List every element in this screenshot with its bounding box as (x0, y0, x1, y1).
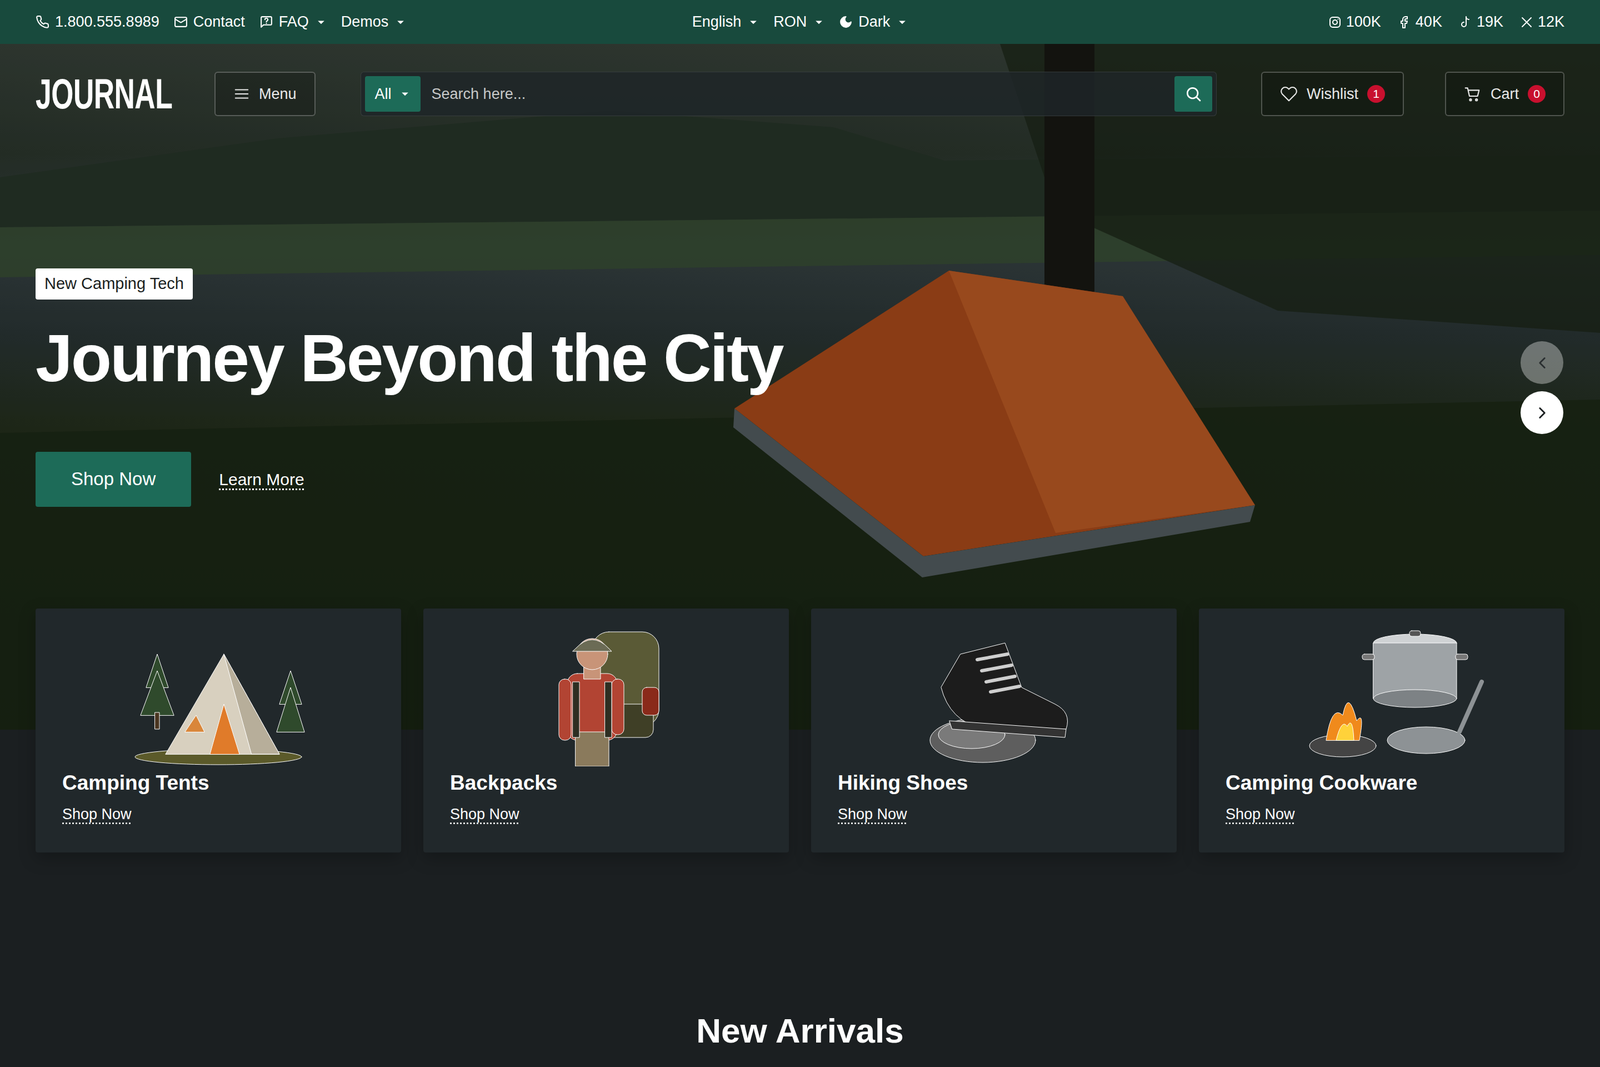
instagram-icon (1328, 15, 1342, 29)
caret-down-icon (813, 16, 825, 28)
hero-badge: New Camping Tech (35, 268, 193, 300)
category-image (450, 620, 763, 767)
topbar-link-label[interactable]: Contact (193, 10, 245, 34)
moon-icon (838, 15, 853, 29)
topbar-link-label[interactable]: FAQ (278, 10, 309, 34)
caret-down-icon (399, 88, 411, 100)
social-count: 100K (1346, 10, 1382, 34)
wishlist-button-count-badge: 1 (1367, 85, 1385, 103)
category-card[interactable]: Hiking Shoes Shop Now (811, 608, 1177, 853)
topbar-link[interactable]: FAQ (259, 10, 327, 34)
wishlist-button-label[interactable]: Wishlist (1306, 82, 1359, 106)
shop-now-button[interactable]: Shop Now (35, 451, 192, 507)
category-image (62, 620, 375, 767)
search-icon (1184, 85, 1203, 103)
topbar-link-label[interactable]: 1.800.555.8989 (55, 10, 160, 34)
hero-actions: Shop Now Learn More (35, 451, 305, 507)
menu-label[interactable]: Menu (258, 82, 297, 106)
mail-icon (173, 15, 188, 29)
tent-illustration-icon (112, 620, 324, 767)
category-title[interactable]: Camping Tents (62, 770, 375, 795)
caret-down-icon (315, 16, 327, 28)
social-links: 100K 40K 19K 12K (1055, 10, 1565, 34)
social-count: 12K (1537, 10, 1565, 34)
wishlist-button[interactable]: Wishlist 1 (1261, 71, 1404, 117)
hero-title: Journey Beyond the City (35, 319, 783, 397)
social-link[interactable]: 100K (1328, 10, 1382, 34)
learn-more-link[interactable]: Learn More (218, 466, 304, 492)
caret-down-icon (747, 16, 759, 28)
category-title[interactable]: Backpacks (450, 770, 763, 795)
search-button[interactable] (1174, 76, 1213, 112)
contact-links: 1.800.555.8989 Contact FAQ Demos (35, 10, 545, 34)
x-icon (1520, 15, 1534, 29)
category-shop-link[interactable]: Shop Now (450, 802, 520, 826)
topbar-link[interactable]: Demos (341, 10, 407, 34)
caret-down-icon (395, 16, 407, 28)
category-image (1225, 620, 1538, 767)
top-bar: 1.800.555.8989 Contact FAQ Demos English RON… (0, 0, 1600, 44)
cart-button-label[interactable]: Cart (1490, 82, 1519, 106)
topbar-link-label[interactable]: Dark (858, 10, 890, 34)
carousel-controls (1520, 341, 1564, 434)
help-icon (259, 15, 274, 29)
topbar-link[interactable]: Contact (173, 10, 245, 34)
category-shop-link[interactable]: Shop Now (1225, 802, 1295, 826)
facebook-icon (1397, 15, 1412, 29)
new-arrivals-section: New Arrivals (0, 1010, 1600, 1052)
topbar-link[interactable]: 1.800.555.8989 (35, 10, 160, 34)
header: JOURNAL Menu All Wishlist 1 Cart 0 (35, 71, 1565, 117)
category-card[interactable]: Backpacks Shop Now (423, 608, 789, 853)
category-shop-link[interactable]: Shop Now (62, 802, 132, 826)
topbar-link[interactable]: English (692, 10, 760, 34)
category-card[interactable]: Camping Cookware Shop Now (1198, 608, 1565, 853)
social-count: 40K (1415, 10, 1443, 34)
category-grid: Camping TentsShop NowBackpacksShop NowHi… (0, 608, 1600, 853)
menu-button[interactable]: Menu (214, 71, 316, 117)
cart-button-count-badge: 0 (1527, 85, 1546, 103)
search-category-label[interactable]: All (375, 82, 392, 106)
social-link[interactable]: 40K (1397, 10, 1443, 34)
search-category-dropdown[interactable]: All (365, 76, 421, 112)
cart-button[interactable]: Cart 0 (1445, 71, 1565, 117)
chevron-right-icon (1532, 403, 1552, 423)
tiktok-icon (1458, 15, 1473, 29)
category-title[interactable]: Camping Cookware (1225, 770, 1538, 795)
category-shop-link[interactable]: Shop Now (837, 802, 908, 826)
chevron-left-icon (1532, 353, 1552, 373)
social-link[interactable]: 12K (1520, 10, 1565, 34)
topbar-link-label[interactable]: RON (773, 10, 807, 34)
logo[interactable]: JOURNAL (35, 71, 175, 117)
search-input[interactable] (420, 76, 1175, 112)
section-title: New Arrivals (696, 1010, 904, 1052)
category-image (837, 620, 1150, 767)
settings: English RON Dark (545, 10, 1055, 34)
hamburger-icon (233, 85, 250, 103)
logo-text[interactable]: JOURNAL (35, 72, 173, 115)
caret-down-icon (896, 16, 908, 28)
category-card[interactable]: Camping Tents Shop Now (35, 608, 402, 853)
boot-illustration-icon (888, 620, 1100, 767)
topbar-link[interactable]: Dark (838, 10, 908, 34)
cookware-illustration-icon (1276, 620, 1488, 767)
topbar-link-label[interactable]: English (692, 10, 742, 34)
category-title[interactable]: Hiking Shoes (837, 770, 1150, 795)
search-bar: All (360, 71, 1217, 117)
carousel-prev-button[interactable] (1520, 341, 1564, 384)
hero-content: New Camping Tech Journey Beyond the City S… (35, 116, 1565, 507)
heart-icon (1280, 85, 1298, 103)
social-count: 19K (1476, 10, 1504, 34)
carousel-next-button[interactable] (1520, 391, 1564, 434)
backpack-illustration-icon (500, 620, 712, 767)
social-link[interactable]: 19K (1458, 10, 1504, 34)
cart-icon (1463, 85, 1482, 103)
phone-icon (35, 15, 50, 29)
topbar-link-label[interactable]: Demos (341, 10, 389, 34)
topbar-link[interactable]: RON (773, 10, 825, 34)
